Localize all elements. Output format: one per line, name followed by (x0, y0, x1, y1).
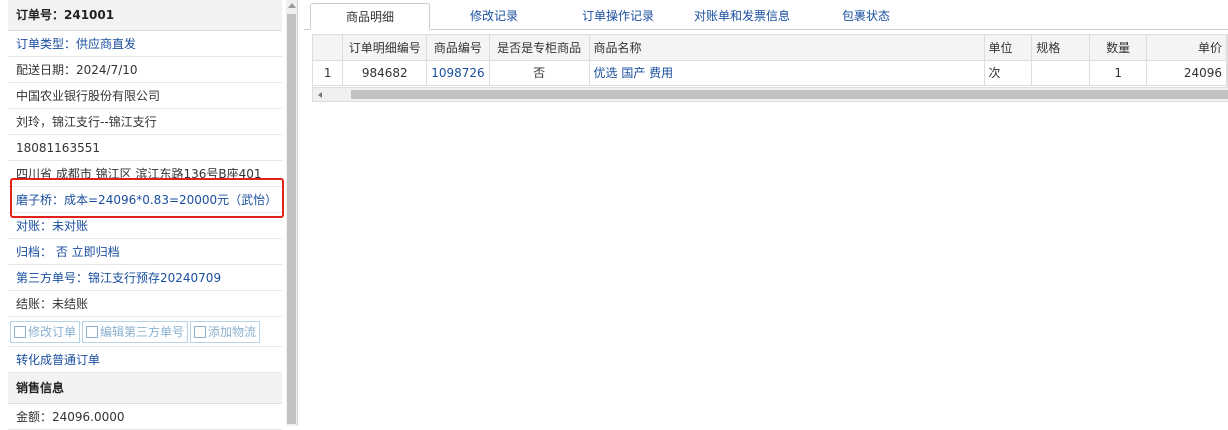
cell-product-name-link[interactable]: 优选 国产 费用 (589, 60, 985, 86)
product-detail-grid: 订单明细编号 商品编号 是否是专柜商品 商品名称 单位 规格 数量 单价 1 9… (312, 34, 1228, 102)
contact-phone: 18081163551 (8, 135, 282, 161)
col-header-unit-price[interactable]: 单价 (1146, 35, 1227, 61)
edit-icon (86, 326, 99, 338)
scroll-left-icon[interactable] (318, 92, 322, 98)
col-header-detail-id[interactable]: 订单明细编号 (342, 35, 428, 61)
edit-icon (14, 326, 26, 338)
detail-panel: 商品明细 修改记录 订单操作记录 对账单和发票信息 包裹状态 订单明细编号 商品… (304, 0, 1228, 426)
tab-product-details[interactable]: 商品明细 (310, 3, 430, 30)
action-buttons: 修改订单 编辑第三方单号 添加物流 (8, 317, 282, 347)
cell-detail-id: 984682 (342, 60, 428, 86)
amount: 金额：24096.0000 (8, 404, 282, 430)
scroll-up-icon[interactable] (288, 3, 296, 8)
edit-order-button[interactable]: 修改订单 (10, 321, 81, 343)
col-header-product-id[interactable]: 商品编号 (426, 35, 490, 61)
tab-package-status[interactable]: 包裹状态 (814, 3, 918, 30)
vertical-scrollbar[interactable] (286, 0, 297, 426)
edit-third-party-button[interactable]: 编辑第三方单号 (82, 321, 189, 343)
order-type: 订单类型：供应商直发 (8, 31, 282, 57)
third-party-order-number: 第三方单号：锦江支行预存20240709 (8, 265, 282, 291)
cell-quantity: 1 (1089, 60, 1148, 86)
table-header-row: 订单明细编号 商品编号 是否是专柜商品 商品名称 单位 规格 数量 单价 (313, 35, 1227, 61)
col-header-index (313, 35, 344, 61)
order-number-header: 订单号：241001 (8, 0, 282, 31)
cell-index: 1 (313, 60, 344, 86)
col-header-product-name[interactable]: 商品名称 (589, 35, 985, 61)
order-info-panel: 订单号：241001 订单类型：供应商直发 配送日期：2024/7/10 中国农… (0, 0, 298, 430)
cell-unit-price: 24096 (1146, 60, 1227, 86)
tab-edit-history[interactable]: 修改记录 (444, 3, 544, 30)
sales-info-header: 销售信息 (8, 373, 282, 404)
cell-counter-product: 否 (489, 60, 590, 86)
archive-status[interactable]: 归档： 否 立即归档 (8, 239, 282, 265)
scrollbar-thumb[interactable] (287, 14, 296, 424)
detail-tabs: 商品明细 修改记录 订单操作记录 对账单和发票信息 包裹状态 (304, 0, 1228, 30)
cell-spec (1031, 60, 1090, 86)
col-header-quantity[interactable]: 数量 (1089, 35, 1148, 61)
convert-to-normal-order-link[interactable]: 转化成普通订单 (8, 347, 282, 373)
edit-icon (194, 326, 207, 338)
product-table: 订单明细编号 商品编号 是否是专柜商品 商品名称 单位 规格 数量 单价 1 9… (313, 35, 1227, 86)
delivery-date: 配送日期：2024/7/10 (8, 57, 282, 83)
horizontal-scrollbar-thumb[interactable] (351, 90, 1228, 99)
tab-order-operations[interactable]: 订单操作记录 (560, 3, 676, 30)
contact-name: 刘玲，锦江支行--锦江支行 (8, 109, 282, 135)
table-row[interactable]: 1 984682 1098726 否 优选 国产 费用 次 1 24096 (313, 60, 1227, 86)
cell-unit: 次 (984, 60, 1033, 86)
col-header-counter-product[interactable]: 是否是专柜商品 (489, 35, 590, 61)
company-name: 中国农业银行股份有限公司 (8, 83, 282, 109)
cell-product-id-link[interactable]: 1098726 (426, 60, 490, 86)
highlight-annotation-box (10, 178, 284, 218)
tab-reconciliation-invoice[interactable]: 对账单和发票信息 (684, 3, 800, 30)
settlement-status: 结账：未结账 (8, 291, 282, 317)
col-header-unit[interactable]: 单位 (984, 35, 1033, 61)
edit-third-party-label: 编辑第三方单号 (100, 325, 185, 339)
add-logistics-button[interactable]: 添加物流 (190, 321, 261, 343)
col-header-spec[interactable]: 规格 (1031, 35, 1090, 61)
horizontal-scrollbar[interactable] (313, 87, 1228, 101)
edit-order-label: 修改订单 (28, 325, 77, 339)
add-logistics-label: 添加物流 (208, 325, 257, 339)
